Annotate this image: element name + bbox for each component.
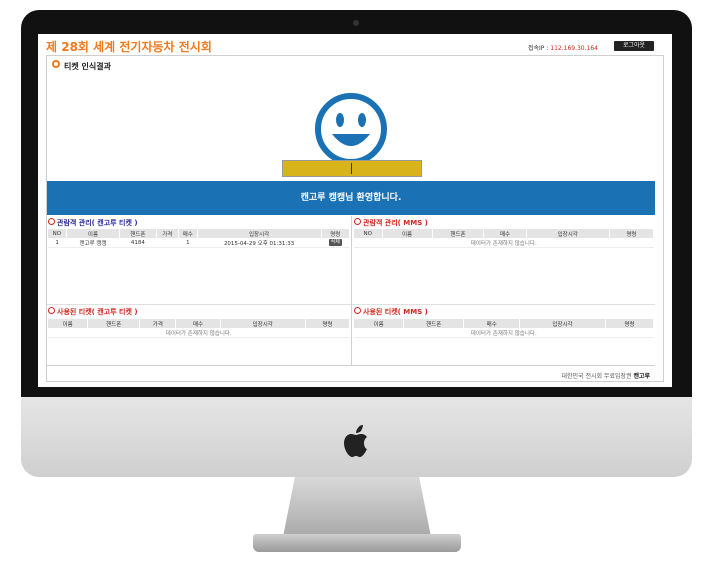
cell-qty: 1 xyxy=(178,238,198,248)
circle-icon xyxy=(48,218,55,225)
ip-label: 접속IP : xyxy=(528,45,551,52)
logout-button[interactable]: 로그아웃 xyxy=(614,41,654,51)
col-header: 명령 xyxy=(321,229,351,238)
col-header: 입장시각 xyxy=(197,229,322,238)
visitor-kangaroo-title-text: 관람객 관리( 캔고루 티켓 ) xyxy=(57,219,138,227)
col-header: 매수 xyxy=(175,319,221,328)
circle-icon xyxy=(48,307,55,314)
cell-name: 캔고루 캥캥 xyxy=(66,238,120,248)
cell-time: 2015-04-29 오후 01:31:33 xyxy=(197,238,322,248)
col-header: 핸드폰 xyxy=(432,229,485,238)
section-title-text: 티켓 인식결과 xyxy=(64,62,111,71)
visitor-kangaroo-title: 관람객 관리( 캔고루 티켓 ) xyxy=(48,218,138,228)
cell-phone: 4184 xyxy=(119,238,157,248)
bullet-icon xyxy=(52,60,60,68)
used-kangaroo-title: 사용된 티켓( 캔고루 티켓 ) xyxy=(48,307,138,317)
camera-dot xyxy=(353,20,359,26)
monitor-base xyxy=(253,534,461,552)
col-header: 이름 xyxy=(354,319,405,328)
col-header: 명령 xyxy=(305,319,351,328)
col-header: 핸드폰 xyxy=(87,319,141,328)
used-mms-table: 이름 핸드폰 매수 입장시각 명령 데이터가 존재하지 않습니다. xyxy=(354,319,655,338)
col-header: 가격 xyxy=(139,319,177,328)
col-header: 매수 xyxy=(178,229,198,238)
circle-icon xyxy=(354,307,361,314)
visitor-mms-title: 관람객 관리( MMS ) xyxy=(354,218,428,228)
column-divider xyxy=(351,216,352,366)
delete-button[interactable]: 삭제 xyxy=(328,239,342,246)
ip-info: 접속IP : 112.169.30.164 xyxy=(528,43,598,52)
empty-message: 데이터가 존재하지 않습니다. xyxy=(48,328,350,338)
table-row: 데이터가 존재하지 않습니다. xyxy=(48,328,350,338)
page-title: 제 28회 세계 전기자동차 전시회 xyxy=(46,40,212,54)
col-header: 명령 xyxy=(609,229,655,238)
footer: 대한민국 전시회 무료입장권 캔고루 xyxy=(561,371,650,380)
circle-icon xyxy=(354,218,361,225)
screen: 제 28회 세계 전기자동차 전시회 접속IP : 112.169.30.164… xyxy=(38,34,672,387)
visitor-kangaroo-table: NO 이름 핸드폰 가격 매수 입장시각 명령 1 캔고루 캥캥 4184 1 … xyxy=(48,229,351,248)
footer-text: 대한민국 전시회 무료입장권 xyxy=(561,373,634,380)
col-header: NO xyxy=(354,229,383,238)
used-mms-title-text: 사용된 티켓( MMS ) xyxy=(363,308,428,316)
table-row: 데이터가 존재하지 않습니다. xyxy=(354,328,654,338)
cell-no: 1 xyxy=(48,238,67,248)
col-header: 매수 xyxy=(463,319,521,328)
col-header: 핸드폰 xyxy=(119,229,157,238)
divider xyxy=(47,365,655,366)
used-kangaroo-table: 이름 핸드폰 가격 매수 입장시각 명령 데이터가 존재하지 않습니다. xyxy=(48,319,351,338)
apple-logo-icon xyxy=(344,425,367,457)
col-header: 입장시각 xyxy=(220,319,306,328)
footer-brand: 캔고루 xyxy=(633,373,650,380)
empty-message: 데이터가 존재하지 않습니다. xyxy=(354,328,654,338)
col-header: 이름 xyxy=(66,229,121,238)
empty-message: 데이터가 존재하지 않습니다. xyxy=(354,238,654,248)
col-header: NO xyxy=(48,229,67,238)
welcome-banner: 캔고루 캥캥님 환영합니다. xyxy=(47,181,655,215)
cell-price xyxy=(156,238,179,248)
visitor-mms-title-text: 관람객 관리( MMS ) xyxy=(363,219,428,227)
table-row: 1 캔고루 캥캥 4184 1 2015-04-29 오후 01:31:33 삭… xyxy=(48,238,350,248)
ip-value: 112.169.30.164 xyxy=(550,45,598,52)
text-caret xyxy=(351,163,352,174)
visitor-mms-table: NO 이름 핸드폰 매수 입장시각 명령 데이터가 존재하지 않습니다. xyxy=(354,229,655,248)
used-mms-title: 사용된 티켓( MMS ) xyxy=(354,307,428,317)
ticket-input[interactable] xyxy=(282,160,422,177)
col-header: 매수 xyxy=(483,229,527,238)
table-row: 데이터가 존재하지 않습니다. xyxy=(354,238,654,248)
col-header: 입장시각 xyxy=(526,229,610,238)
col-header: 가격 xyxy=(156,229,180,238)
col-header: 핸드폰 xyxy=(403,319,465,328)
used-kangaroo-title-text: 사용된 티켓( 캔고루 티켓 ) xyxy=(57,308,138,316)
col-header: 명령 xyxy=(605,319,655,328)
section-title: 티켓 인식결과 xyxy=(52,60,111,72)
col-header: 이름 xyxy=(48,319,89,328)
col-header: 입장시각 xyxy=(519,319,606,328)
col-header: 이름 xyxy=(382,229,433,238)
cell-command: 삭제 xyxy=(321,238,350,248)
monitor-stand xyxy=(283,477,431,537)
